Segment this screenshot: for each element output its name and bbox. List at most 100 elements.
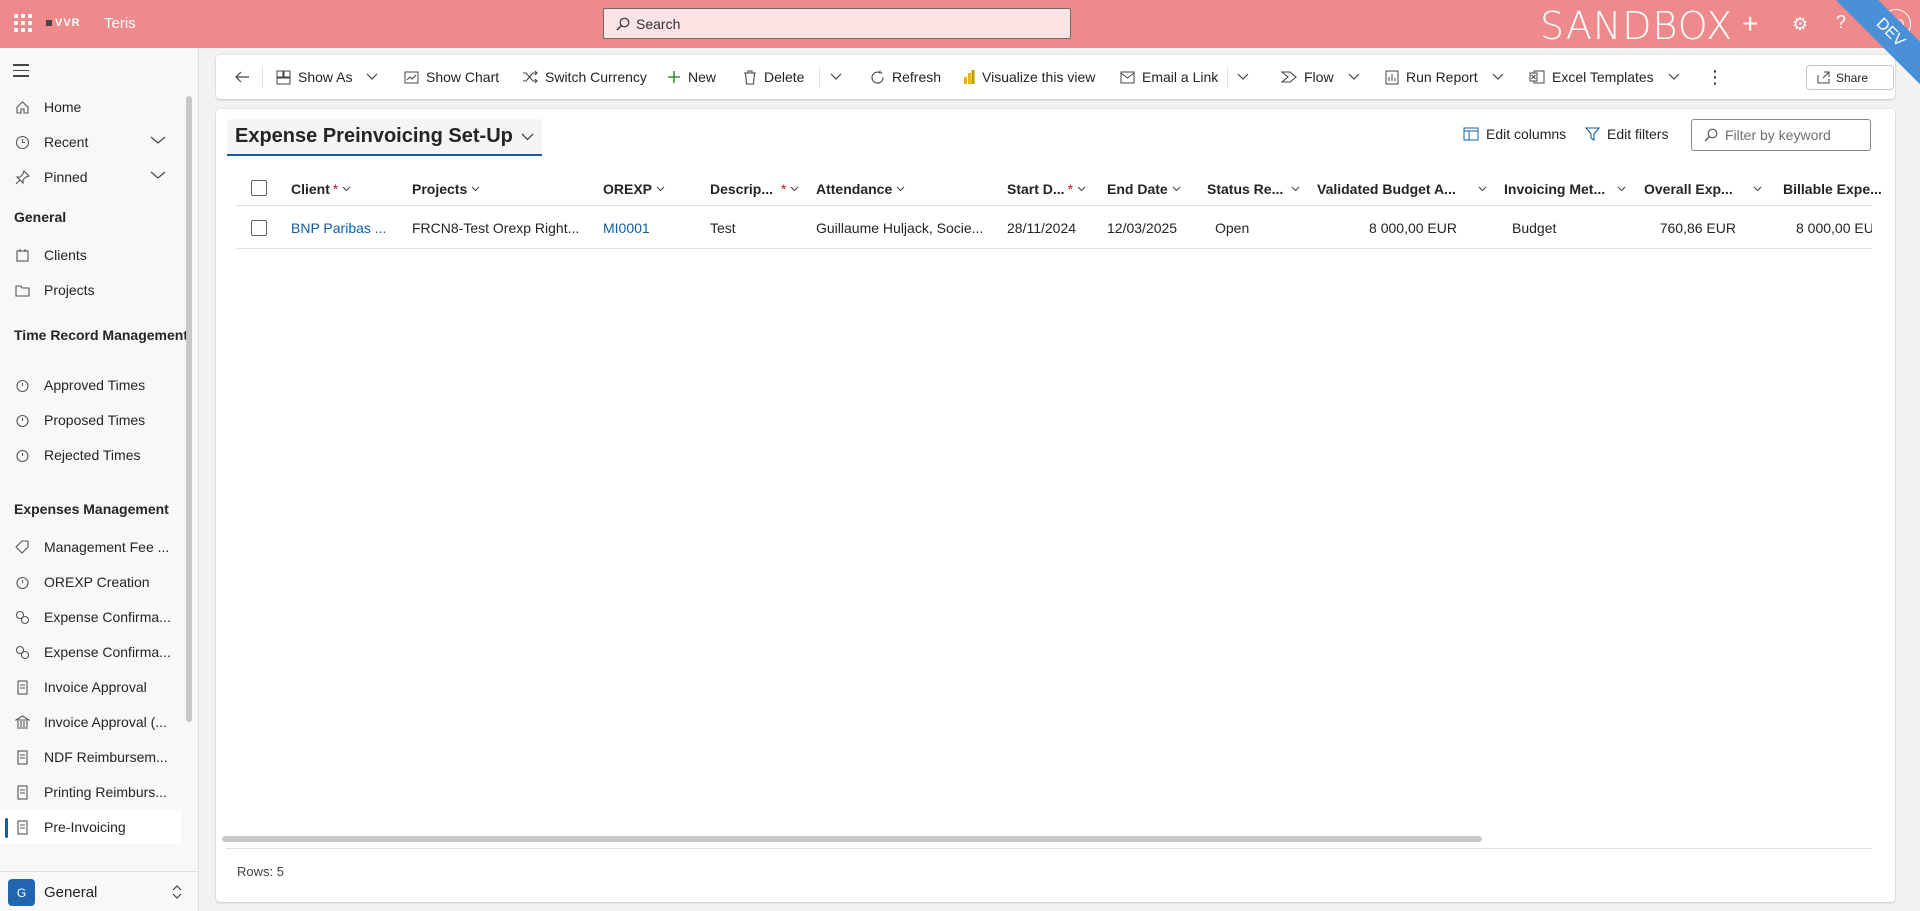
chart-icon: [404, 71, 419, 83]
cell-status: Open: [1215, 220, 1250, 236]
sidebar-item-management-fee[interactable]: Management Fee ...: [0, 530, 181, 564]
more-email-dropdown[interactable]: [1237, 55, 1256, 99]
column-header-projects[interactable]: Projects: [412, 171, 480, 206]
sidebar-item-clients[interactable]: Clients: [0, 238, 181, 272]
more-delete-dropdown[interactable]: [830, 55, 849, 99]
cell-overall-expenses: 760,86 EUR: [1659, 220, 1736, 236]
mail-icon: [1120, 71, 1135, 83]
back-button[interactable]: [234, 55, 257, 99]
chevron-down-icon: [896, 186, 905, 191]
shuffle-icon: [523, 70, 538, 84]
chevron-down-icon: [1077, 186, 1086, 191]
column-header-end-date[interactable]: End Date: [1107, 171, 1181, 206]
sidebar-item-projects[interactable]: Projects: [0, 273, 181, 307]
new-button[interactable]: New: [667, 55, 716, 99]
visualize-button[interactable]: Visualize this view: [963, 55, 1095, 99]
command-bar: Show As Show Chart Switch Currency New D…: [216, 55, 1895, 99]
row-checkbox[interactable]: [251, 220, 267, 236]
edit-columns-button[interactable]: Edit columns: [1463, 126, 1566, 142]
cell-description: Test: [710, 220, 736, 236]
more-commands-icon[interactable]: ⋮: [1706, 55, 1724, 99]
hamburger-icon[interactable]: [13, 64, 29, 81]
sidebar-item-pinned[interactable]: Pinned: [0, 160, 181, 194]
table-row[interactable]: BNP Paribas ... FRCN8-Test Orexp Right..…: [236, 207, 1872, 249]
sidebar-item-proposed-times[interactable]: Proposed Times: [0, 403, 181, 437]
timer-icon: [14, 447, 30, 463]
clients-icon: [14, 247, 30, 263]
sidebar-item-expense-confirmation-2[interactable]: Expense Confirma...: [0, 635, 181, 669]
chevron-down-icon[interactable]: [150, 135, 166, 145]
powerbi-icon: [964, 70, 975, 84]
help-icon[interactable]: ?: [1836, 12, 1846, 33]
sidebar-item-printing-reimbursement[interactable]: Printing Reimburs...: [0, 775, 181, 809]
flow-icon: [1281, 71, 1297, 83]
excel-templates-button[interactable]: Excel Templates: [1529, 55, 1687, 99]
chevron-down-icon: [1291, 186, 1300, 191]
email-link-button[interactable]: Email a Link: [1120, 55, 1218, 99]
column-header-attendance[interactable]: Attendance: [816, 171, 905, 206]
area-switcher[interactable]: G General: [0, 871, 199, 911]
chevron-down-icon: [656, 186, 665, 191]
share-button[interactable]: Share: [1806, 65, 1894, 90]
refresh-button[interactable]: Refresh: [870, 55, 941, 99]
cell-billable-expenses: 8 000,00 EUR: [1796, 220, 1872, 236]
rows-count: Rows: 5: [237, 864, 284, 879]
column-header-orexp[interactable]: OREXP: [603, 171, 665, 206]
horizontal-scrollbar[interactable]: [222, 836, 1482, 842]
sidebar-scrollbar[interactable]: [186, 96, 192, 722]
show-as-button[interactable]: Show As: [276, 55, 385, 99]
edit-filters-button[interactable]: Edit filters: [1585, 126, 1668, 142]
arrow-left-icon: [235, 71, 249, 83]
cell-client-link[interactable]: BNP Paribas ...: [291, 207, 386, 249]
show-chart-button[interactable]: Show Chart: [404, 55, 499, 99]
column-header-client[interactable]: Client *: [291, 171, 351, 206]
switch-currency-button[interactable]: Switch Currency: [522, 55, 647, 99]
app-launcher-icon[interactable]: [14, 14, 32, 32]
cell-orexp-link[interactable]: MI0001: [603, 207, 650, 249]
cell-invoicing-method: Budget: [1512, 220, 1557, 236]
app-name[interactable]: Teris: [104, 15, 136, 32]
timer-icon: [14, 574, 30, 590]
view-selector[interactable]: Expense Preinvoicing Set-Up: [227, 119, 542, 156]
chevron-down-icon: [521, 133, 534, 140]
chevron-down-icon[interactable]: [150, 170, 166, 180]
money-icon: [14, 644, 30, 660]
gear-icon[interactable]: ⚙: [1792, 14, 1808, 35]
column-header-description[interactable]: Descrip... *: [710, 171, 799, 206]
chevron-down-icon: [1753, 186, 1762, 191]
sidebar-item-rejected-times[interactable]: Rejected Times: [0, 438, 181, 472]
search-icon: [1704, 128, 1718, 142]
sidebar-item-home[interactable]: Home: [0, 90, 181, 124]
sidebar-item-orexp-creation[interactable]: OREXP Creation: [0, 565, 181, 599]
column-header-invoicing-method[interactable]: Invoicing Met...: [1504, 171, 1626, 206]
sidebar-item-pre-invoicing[interactable]: Pre-Invoicing: [0, 810, 181, 844]
search-input[interactable]: Search: [603, 8, 1071, 39]
sidebar-item-ndf-reimbursement[interactable]: NDF Reimbursem...: [0, 740, 181, 774]
top-bar: VVR Teris Search SANDBOX + ⚙ ? SD: [0, 0, 1920, 48]
column-header-start-date[interactable]: Start D... *: [1007, 171, 1086, 206]
column-header-billable-expenses[interactable]: Billable Expe...: [1783, 171, 1882, 206]
document-icon: [14, 819, 30, 835]
run-report-button[interactable]: Run Report: [1385, 55, 1511, 99]
column-header-status[interactable]: Status Re...: [1207, 171, 1300, 206]
clock-icon: [14, 134, 30, 150]
column-header-overall-expenses[interactable]: Overall Exp...: [1644, 171, 1762, 206]
delete-button[interactable]: Delete: [743, 55, 804, 99]
column-header-validated-budget[interactable]: Validated Budget A...: [1317, 171, 1487, 206]
grid-icon: [276, 70, 291, 84]
chevron-down-icon: [791, 186, 799, 191]
money-icon: [14, 609, 30, 625]
sidebar-item-invoice-approval-2[interactable]: Invoice Approval (...: [0, 705, 181, 739]
plus-icon[interactable]: +: [1742, 8, 1758, 40]
flow-button[interactable]: Flow: [1281, 55, 1367, 99]
sidebar-item-recent[interactable]: Recent: [0, 125, 181, 159]
page-title: Expense Preinvoicing Set-Up: [235, 125, 513, 147]
tag-icon: [14, 539, 30, 555]
sidebar-item-expense-confirmation-1[interactable]: Expense Confirma...: [0, 600, 181, 634]
sidebar-item-approved-times[interactable]: Approved Times: [0, 368, 181, 402]
filter-icon: [1585, 127, 1600, 141]
select-all-checkbox[interactable]: [251, 180, 267, 196]
plus-icon: [668, 71, 680, 83]
sidebar-item-invoice-approval[interactable]: Invoice Approval: [0, 670, 181, 704]
filter-keyword-input[interactable]: Filter by keyword: [1691, 119, 1871, 151]
